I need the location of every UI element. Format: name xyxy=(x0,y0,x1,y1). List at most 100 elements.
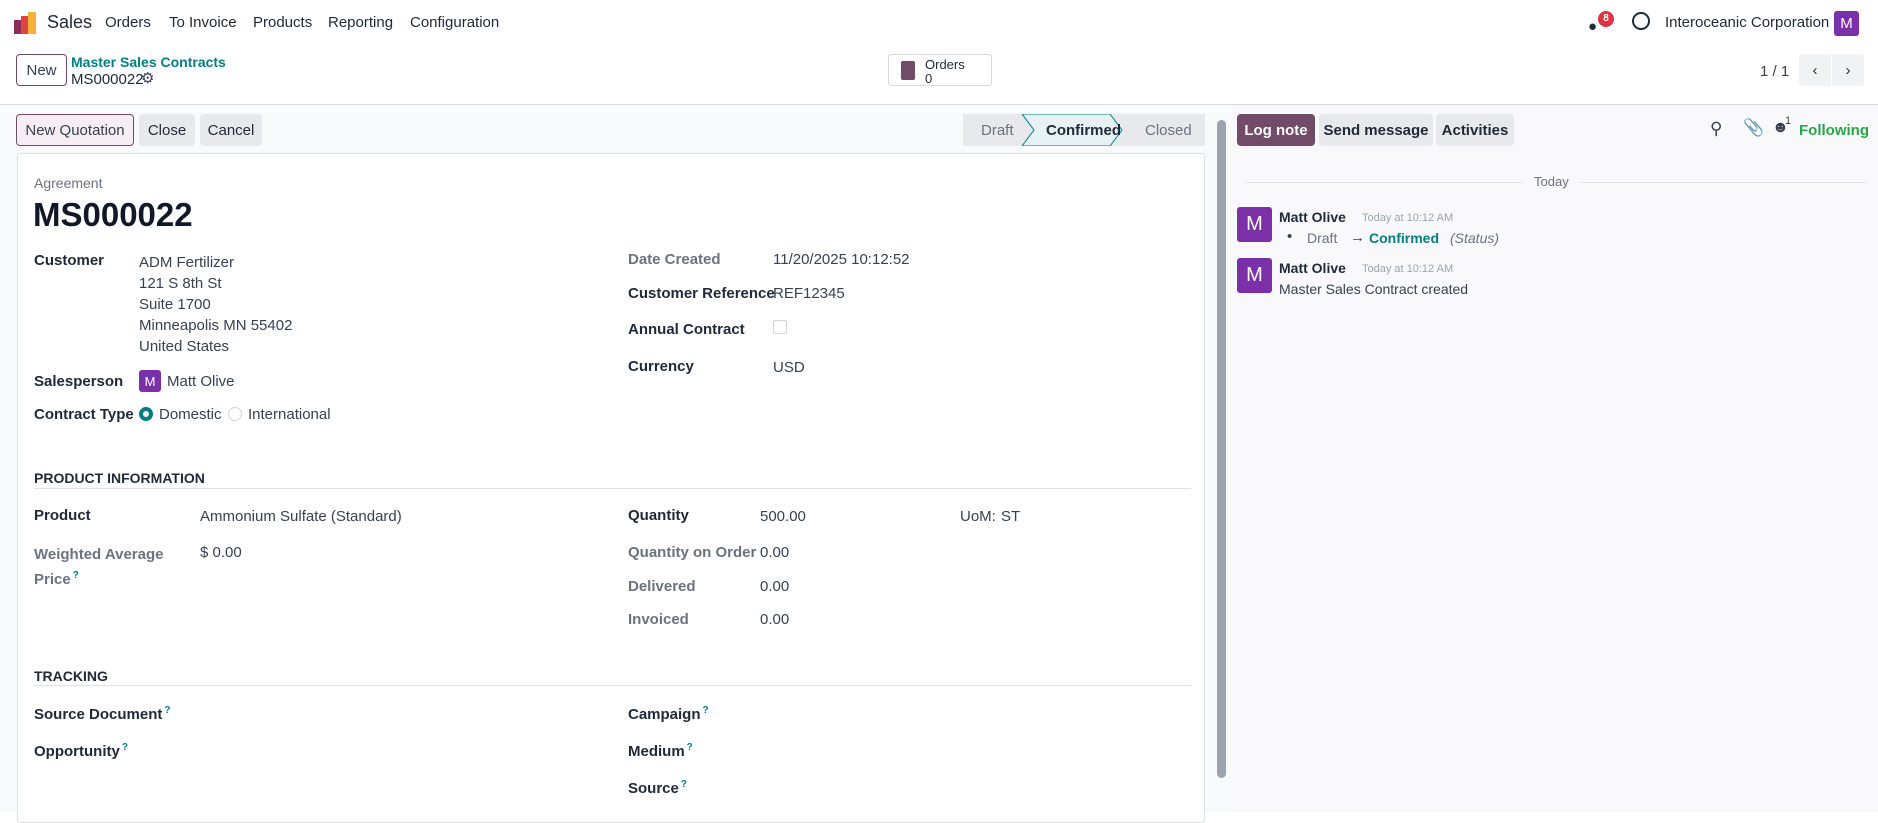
close-button[interactable]: Close xyxy=(139,114,195,146)
medium-text: Medium xyxy=(628,743,685,760)
annual-contract-checkbox[interactable] xyxy=(773,320,787,334)
paperclip-icon[interactable]: 📎 xyxy=(1743,118,1764,138)
salesperson-value[interactable]: Matt Olive xyxy=(167,373,235,390)
cancel-button[interactable]: Cancel xyxy=(200,114,262,146)
product-information-header: PRODUCT INFORMATION xyxy=(34,470,205,486)
currency-value[interactable]: USD xyxy=(773,359,805,376)
gear-icon[interactable]: ⚙ xyxy=(141,69,154,87)
bullet: • xyxy=(1287,228,1293,245)
new-button[interactable]: New xyxy=(16,54,67,86)
avatar-initial: M xyxy=(1246,213,1263,235)
send-message-button[interactable]: Send message xyxy=(1319,114,1433,146)
opportunity-text: Opportunity xyxy=(34,743,120,760)
menu-orders[interactable]: Orders xyxy=(105,14,151,31)
message-author[interactable]: Matt Olive xyxy=(1279,209,1346,225)
customer-field[interactable]: ADM Fertilizer 121 S 8th St Suite 1700 M… xyxy=(139,252,292,357)
menu-to-invoice[interactable]: To Invoice xyxy=(169,14,237,31)
form-scrollbar[interactable] xyxy=(1217,120,1226,778)
stage-closed[interactable]: Closed xyxy=(1145,122,1192,139)
quantity-value[interactable]: 500.00 xyxy=(760,508,806,525)
campaign-text: Campaign xyxy=(628,706,701,723)
activities-button[interactable]: Activities xyxy=(1436,114,1514,146)
chevron-right-icon: › xyxy=(1845,61,1851,79)
sales-app-logo-icon[interactable] xyxy=(14,12,36,34)
message-avatar[interactable]: M xyxy=(1237,207,1272,242)
agreement-label: Agreement xyxy=(34,175,103,191)
help-icon[interactable]: ? xyxy=(73,570,79,581)
customer-city: Minneapolis MN 55402 xyxy=(139,317,293,334)
message-author[interactable]: Matt Olive xyxy=(1279,260,1346,276)
clock-icon[interactable] xyxy=(1632,12,1650,30)
new-quotation-label: New Quotation xyxy=(25,121,125,139)
orders-smart-button[interactable]: Orders 0 xyxy=(888,54,992,86)
date-created-value: 11/20/2025 10:12:52 xyxy=(773,251,910,268)
log-note-label: Log note xyxy=(1244,121,1308,139)
user-avatar[interactable]: M xyxy=(1834,11,1859,36)
annual-contract-label: Annual Contract xyxy=(628,321,745,338)
customer-reference-value[interactable]: REF12345 xyxy=(773,285,845,302)
following-button[interactable]: Following xyxy=(1799,122,1869,139)
breadcrumb-parent[interactable]: Master Sales Contracts xyxy=(71,54,226,70)
quantity-on-order-value: 0.00 xyxy=(760,544,790,561)
tracking-header: TRACKING xyxy=(34,668,108,684)
radio-domestic-label[interactable]: Domestic xyxy=(159,406,222,423)
record-title: MS000022 xyxy=(33,196,193,233)
help-icon[interactable]: ? xyxy=(122,742,128,753)
radio-domestic[interactable] xyxy=(139,407,153,421)
control-panel: New Master Sales Contracts MS000022 ⚙ Or… xyxy=(0,46,1878,105)
customer-street: 121 S 8th St xyxy=(139,275,222,292)
activities-label: Activities xyxy=(1441,121,1509,139)
salesperson-label: Salesperson xyxy=(34,373,124,390)
radio-international[interactable] xyxy=(228,407,242,421)
new-quotation-button[interactable]: New Quotation xyxy=(16,114,134,146)
wap-label-line2: Price xyxy=(34,571,71,588)
menu-configuration[interactable]: Configuration xyxy=(410,14,499,31)
breadcrumb-current: MS000022 xyxy=(71,71,144,88)
message-time: Today at 10:12 AM xyxy=(1362,212,1454,224)
customer-country: United States xyxy=(139,338,230,355)
top-navbar: Sales Orders To Invoice Products Reporti… xyxy=(0,0,1878,46)
user-initial: M xyxy=(1840,15,1853,32)
menu-products[interactable]: Products xyxy=(253,14,312,31)
help-icon[interactable]: ? xyxy=(681,779,687,790)
help-icon[interactable]: ? xyxy=(687,742,693,753)
log-note-button[interactable]: Log note xyxy=(1237,114,1315,146)
product-label: Product xyxy=(34,507,91,524)
pager-value[interactable]: 1 / 1 xyxy=(1760,63,1789,80)
opportunity-label: Opportunity? xyxy=(34,742,128,760)
orders-stat-label: Orders xyxy=(925,57,965,72)
stage-confirmed[interactable]: Confirmed xyxy=(1046,122,1121,139)
salesperson-initial: M xyxy=(144,373,156,389)
contract-type-label: Contract Type xyxy=(34,406,134,423)
statusbar: Draft Confirmed Closed xyxy=(963,114,1205,146)
help-icon[interactable]: ? xyxy=(164,705,170,716)
message-avatar[interactable]: M xyxy=(1237,258,1272,293)
uom-value[interactable]: ST xyxy=(1001,508,1020,525)
new-label: New xyxy=(26,61,57,79)
pager-next[interactable]: › xyxy=(1832,54,1864,86)
campaign-label: Campaign? xyxy=(628,705,709,723)
form-sheet: Agreement MS000022 Customer ADM Fertiliz… xyxy=(17,153,1205,823)
customer-label: Customer xyxy=(34,252,105,269)
orders-stat-value: 0 xyxy=(925,71,933,86)
weighted-average-price-label: Weighted Average Price? xyxy=(34,544,163,590)
app-name[interactable]: Sales xyxy=(47,12,92,33)
date-separator: Today xyxy=(1522,174,1581,189)
salesperson-avatar: M xyxy=(139,370,161,392)
menu-reporting[interactable]: Reporting xyxy=(328,14,393,31)
chatter-panel: Log note Send message Activities ⚲ 📎 ☻ 1… xyxy=(1232,105,1878,812)
customer-reference-label: Customer Reference xyxy=(628,285,775,302)
help-icon[interactable]: ? xyxy=(703,705,709,716)
chatter-message: M Matt Olive Today at 10:12 AM Master Sa… xyxy=(1237,258,1867,303)
delivered-value: 0.00 xyxy=(760,578,790,595)
stage-draft[interactable]: Draft xyxy=(981,122,1014,139)
uom-label: UoM: xyxy=(960,508,996,525)
search-icon[interactable]: ⚲ xyxy=(1710,119,1722,139)
messages-button[interactable]: ● 8 xyxy=(1588,11,1614,35)
product-value[interactable]: Ammonium Sulfate (Standard) xyxy=(200,508,402,525)
currency-label: Currency xyxy=(628,358,694,375)
company-switcher[interactable]: Interoceanic Corporation xyxy=(1665,14,1829,31)
quantity-on-order-label: Quantity on Order xyxy=(628,544,757,561)
radio-international-label[interactable]: International xyxy=(248,406,331,423)
pager-previous[interactable]: ‹ xyxy=(1799,54,1831,86)
